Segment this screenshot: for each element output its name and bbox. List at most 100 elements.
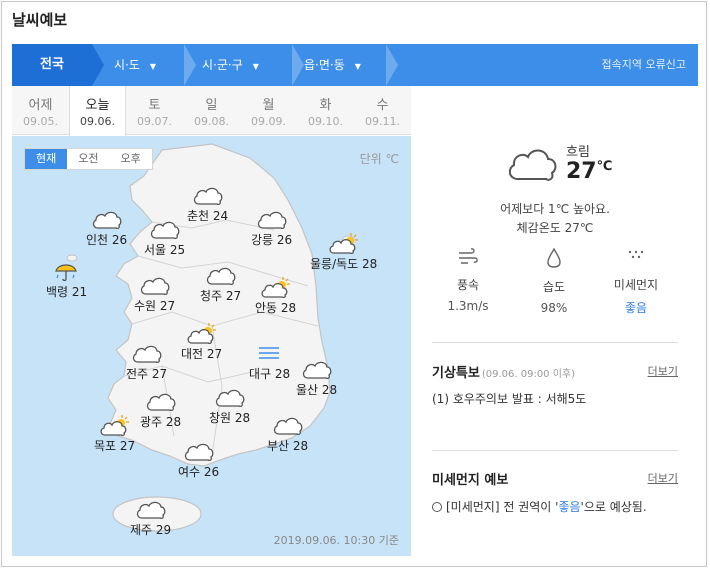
cloud-icon bbox=[273, 417, 302, 436]
segment-now[interactable]: 현재 bbox=[25, 149, 68, 169]
rain-umbrella-icon bbox=[54, 264, 77, 282]
compare-yesterday: 어제보다 1℃ 높아요. bbox=[500, 202, 610, 216]
city-temp: 28 bbox=[234, 411, 251, 425]
nav-divider bbox=[292, 44, 304, 86]
city-weather[interactable]: 목포 27 bbox=[94, 414, 135, 454]
city-name: 안동 bbox=[255, 301, 278, 315]
city-weather[interactable]: 전주 27 bbox=[126, 342, 167, 382]
city-temp: 21 bbox=[71, 285, 88, 299]
city-weather[interactable]: 대구 28 bbox=[249, 342, 290, 382]
segment-morning[interactable]: 오전 bbox=[67, 149, 109, 169]
nav-province-dropdown[interactable]: 시·도 ▼ bbox=[114, 44, 184, 86]
city-name: 춘천 bbox=[187, 209, 210, 223]
cloud-icon bbox=[146, 393, 175, 412]
city-weather[interactable]: 대전 27 bbox=[181, 322, 222, 362]
city-weather[interactable]: 서울 25 bbox=[144, 218, 185, 258]
stat-wind: 풍속 1.3m/s bbox=[428, 248, 508, 313]
dust-forecast-more-link[interactable]: 더보기 bbox=[648, 470, 678, 486]
nav-nationwide[interactable]: 전국 bbox=[12, 44, 92, 86]
city-name: 제주 bbox=[130, 523, 153, 537]
feels-like: 체감온도 27℃ bbox=[516, 221, 594, 235]
city-temp: 27 bbox=[225, 289, 242, 303]
region-navbar: 전국 시·도 ▼ 시·군·구 ▼ 읍·면·동 ▼ 접속지역 오류신고 bbox=[12, 44, 698, 86]
tab-yesterday[interactable]: 어제 09.05. bbox=[12, 86, 69, 135]
tab-date: 09.05. bbox=[23, 115, 58, 128]
tab-sunday[interactable]: 일 09.08. bbox=[183, 86, 240, 135]
cloud-icon bbox=[302, 361, 331, 380]
city-weather[interactable]: 춘천 24 bbox=[187, 184, 228, 224]
tab-date: 09.06. bbox=[80, 115, 115, 128]
city-temp: 25 bbox=[169, 243, 186, 257]
tab-monday[interactable]: 월 09.09. bbox=[240, 86, 297, 135]
city-weather[interactable]: 창원 28 bbox=[209, 386, 250, 426]
city-name: 창원 bbox=[209, 411, 232, 425]
tab-tuesday[interactable]: 화 09.10. bbox=[297, 86, 354, 135]
city-temp: 26 bbox=[203, 465, 220, 479]
tab-date: 09.07. bbox=[137, 115, 172, 128]
humidity-drop-icon bbox=[547, 247, 561, 268]
tab-saturday[interactable]: 토 09.07. bbox=[126, 86, 183, 135]
date-tabs: 어제 09.05. 오늘 09.06. 토 09.07. 일 09.08. 월 09.09… bbox=[12, 86, 411, 136]
nav-province-label: 시·도 bbox=[114, 58, 140, 72]
special-report-more-link[interactable]: 더보기 bbox=[648, 363, 678, 379]
cloud-icon bbox=[508, 149, 557, 181]
segment-afternoon[interactable]: 오후 bbox=[110, 149, 152, 169]
cloud-icon bbox=[140, 277, 169, 296]
time-segment-control: 현재 오전 오후 bbox=[24, 148, 153, 170]
city-weather[interactable]: 제주 29 bbox=[130, 498, 171, 538]
city-weather[interactable]: 여수 26 bbox=[178, 440, 219, 480]
tab-wednesday[interactable]: 수 09.11. bbox=[354, 86, 411, 135]
city-weather[interactable]: 강릉 26 bbox=[251, 208, 292, 248]
city-weather[interactable]: 부산 28 bbox=[267, 414, 308, 454]
tab-day: 수 bbox=[376, 98, 389, 113]
city-weather[interactable]: 청주 27 bbox=[200, 264, 241, 304]
cloud-icon bbox=[215, 389, 244, 408]
tab-day: 어제 bbox=[28, 98, 53, 113]
cloud-icon bbox=[206, 267, 235, 286]
city-weather[interactable]: 수원 27 bbox=[134, 274, 175, 314]
tab-day: 토 bbox=[148, 98, 161, 113]
city-name: 청주 bbox=[200, 289, 223, 303]
nav-city-label: 시·군·구 bbox=[202, 58, 243, 72]
cloud-icon bbox=[257, 211, 286, 230]
tab-day: 화 bbox=[319, 98, 332, 113]
page-title: 날씨예보 bbox=[12, 11, 68, 29]
weather-map: 현재 오전 오후 단위 ℃ 춘천 24 인천 26 서울 25 강릉 26 울릉/독도 … bbox=[12, 136, 411, 556]
city-temp: 28 bbox=[321, 383, 338, 397]
city-temp: 27 bbox=[159, 299, 176, 313]
special-report-text: (1) 호우주의보 발표 : 서해5도 bbox=[432, 392, 587, 406]
city-weather[interactable]: 울산 28 bbox=[296, 358, 337, 398]
nav-city-dropdown[interactable]: 시·군·구 ▼ bbox=[202, 44, 292, 86]
partly-cloudy-icon bbox=[329, 233, 358, 254]
city-name: 목포 bbox=[94, 439, 117, 453]
city-name: 강릉 bbox=[251, 233, 274, 247]
city-temp: 27 bbox=[151, 367, 168, 381]
city-name: 백령 bbox=[46, 285, 69, 299]
chevron-down-icon: ▼ bbox=[354, 62, 361, 71]
current-weather-panel: 흐림 27℃ 어제보다 1℃ 높아요. 체감온도 27℃ 풍속 1.3m/s 습… bbox=[412, 86, 698, 556]
city-weather[interactable]: 백령 21 bbox=[46, 260, 87, 300]
city-name: 수원 bbox=[134, 299, 157, 313]
unit-label: 단위 ℃ bbox=[359, 152, 399, 166]
chevron-down-icon: ▼ bbox=[252, 62, 259, 71]
nav-divider bbox=[92, 44, 104, 86]
tab-day: 오늘 bbox=[85, 98, 110, 113]
nav-divider bbox=[386, 44, 398, 86]
report-error-link[interactable]: 접속지역 오류신고 bbox=[602, 44, 686, 86]
city-temp: 28 bbox=[362, 257, 378, 271]
special-report-title: 기상특보 (09.06. 09:00 이후) bbox=[432, 362, 575, 381]
city-weather[interactable]: 울릉/독도 28 bbox=[310, 232, 377, 272]
nav-town-dropdown[interactable]: 읍·면·동 ▼ bbox=[304, 44, 394, 86]
dust-forecast-title: 미세먼지 예보 bbox=[432, 473, 509, 488]
city-weather[interactable]: 인천 26 bbox=[86, 208, 127, 248]
special-report-time: (09.06. 09:00 이후) bbox=[481, 369, 576, 380]
partly-cloudy-icon bbox=[187, 323, 216, 344]
city-temp: 28 bbox=[165, 415, 182, 429]
city-name: 광주 bbox=[140, 415, 163, 429]
tab-today[interactable]: 오늘 09.06. bbox=[69, 86, 126, 136]
current-temp-unit: ℃ bbox=[596, 159, 613, 174]
city-temp: 29 bbox=[155, 523, 172, 537]
city-weather[interactable]: 안동 28 bbox=[255, 276, 296, 316]
city-name: 울산 bbox=[296, 383, 319, 397]
city-weather[interactable]: 광주 28 bbox=[140, 390, 181, 430]
